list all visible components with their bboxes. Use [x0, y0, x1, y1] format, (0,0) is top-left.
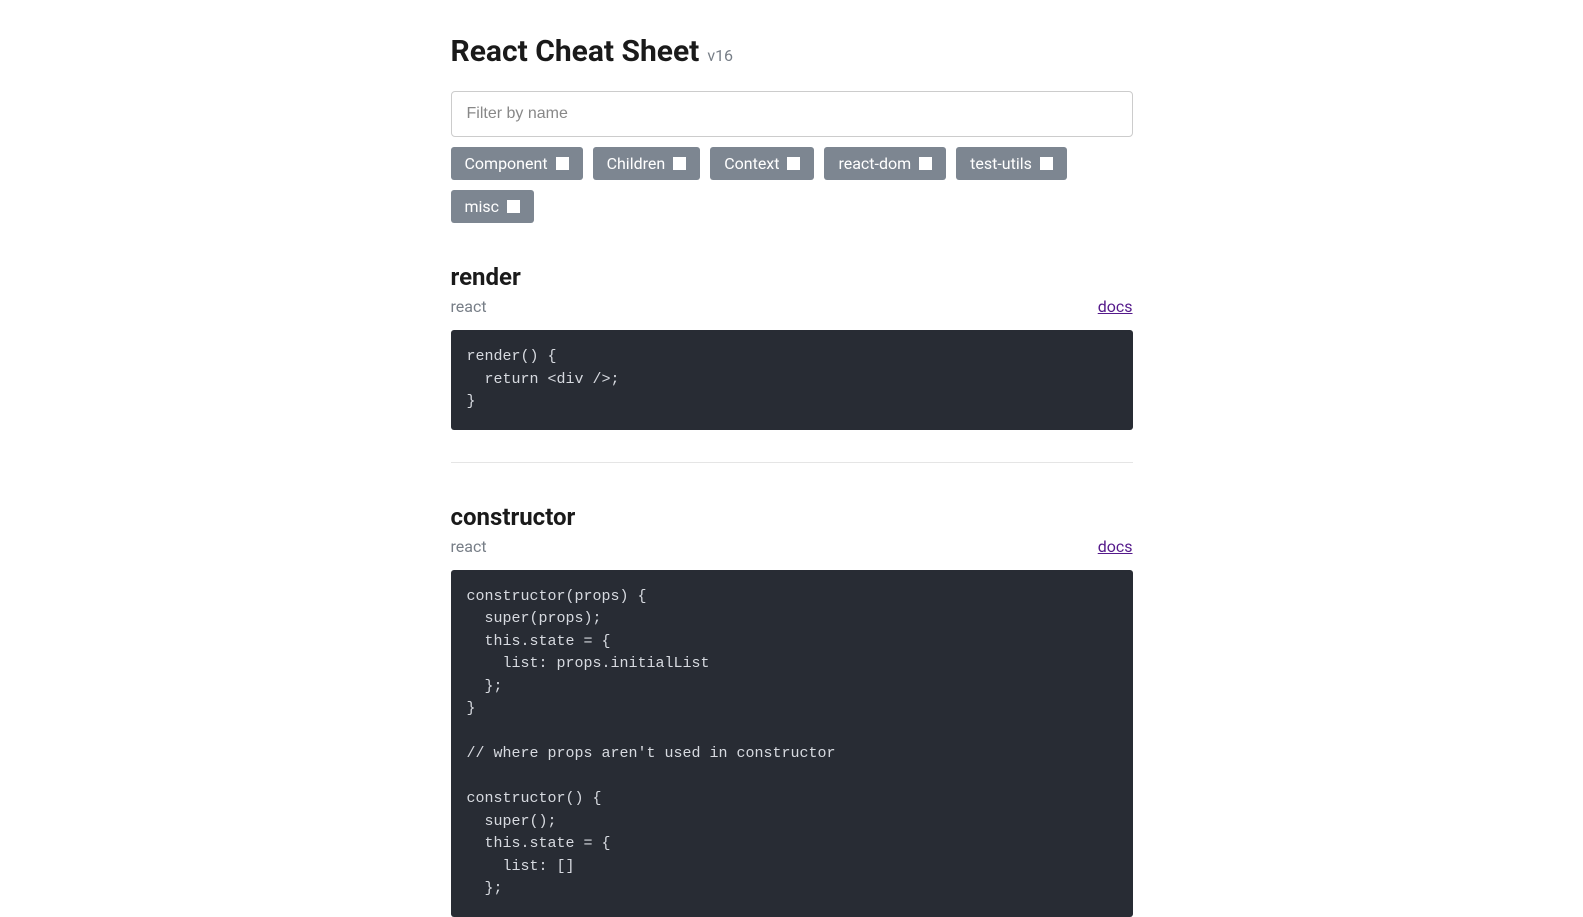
tag-test-utils[interactable]: test-utils: [956, 147, 1067, 180]
docs-link[interactable]: docs: [1098, 537, 1133, 556]
tag-label: react-dom: [838, 154, 911, 173]
entry-title: render: [451, 263, 1133, 291]
entry-render: render react docs render() { return <div…: [451, 263, 1133, 430]
tag-children[interactable]: Children: [593, 147, 701, 180]
tag-checkbox[interactable]: [787, 157, 800, 170]
tag-list: Component Children Context react-dom tes…: [451, 147, 1133, 223]
title-row: React Cheat Sheet v16: [451, 34, 1133, 69]
tag-misc[interactable]: misc: [451, 190, 535, 223]
filter-input[interactable]: [451, 91, 1133, 137]
tag-label: Children: [607, 154, 666, 173]
main-container: React Cheat Sheet v16 Component Children…: [451, 0, 1133, 917]
page-title: React Cheat Sheet: [451, 34, 700, 69]
tag-label: Context: [724, 154, 779, 173]
entry-constructor: constructor react docs constructor(props…: [451, 503, 1133, 917]
tag-checkbox[interactable]: [1040, 157, 1053, 170]
tag-checkbox[interactable]: [556, 157, 569, 170]
tag-label: Component: [465, 154, 548, 173]
separator: [451, 462, 1133, 463]
docs-link[interactable]: docs: [1098, 297, 1133, 316]
tag-checkbox[interactable]: [507, 200, 520, 213]
entry-meta: react docs: [451, 297, 1133, 316]
entry-meta: react docs: [451, 537, 1133, 556]
entry-module: react: [451, 537, 487, 556]
tag-checkbox[interactable]: [673, 157, 686, 170]
entry-title: constructor: [451, 503, 1133, 531]
tag-checkbox[interactable]: [919, 157, 932, 170]
tag-context[interactable]: Context: [710, 147, 814, 180]
tag-component[interactable]: Component: [451, 147, 583, 180]
code-block: constructor(props) { super(props); this.…: [451, 570, 1133, 917]
entry-module: react: [451, 297, 487, 316]
code-block: render() { return <div />; }: [451, 330, 1133, 430]
tag-react-dom[interactable]: react-dom: [824, 147, 946, 180]
version-label: v16: [707, 46, 733, 65]
tag-label: misc: [465, 197, 500, 216]
tag-label: test-utils: [970, 154, 1032, 173]
